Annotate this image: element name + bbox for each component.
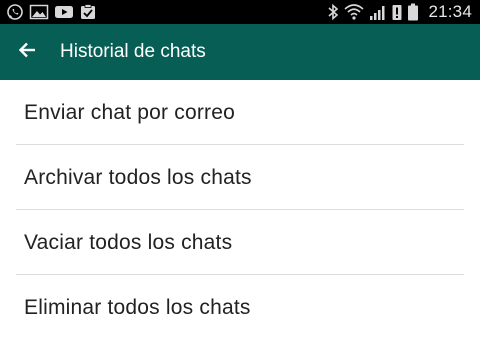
menu-item-delete-all[interactable]: Eliminar todos los chats — [0, 275, 480, 340]
page-title: Historial de chats — [60, 41, 206, 62]
status-bar-clock: 21:34 — [428, 2, 472, 21]
status-bar-system: 21:34 — [327, 2, 472, 22]
chat-history-menu: Enviar chat por correo Archivar todos lo… — [0, 80, 480, 340]
youtube-icon — [54, 3, 74, 21]
wifi-icon — [344, 3, 364, 21]
app-bar: Historial de chats — [0, 24, 480, 80]
menu-item-label: Vaciar todos los chats — [24, 230, 233, 254]
menu-item-label: Eliminar todos los chats — [24, 295, 251, 319]
menu-item-clear-all[interactable]: Vaciar todos los chats — [0, 210, 480, 275]
status-bar: 21:34 — [0, 0, 480, 24]
battery-icon — [407, 3, 419, 21]
signal-icon — [369, 3, 387, 21]
back-button[interactable] — [0, 24, 56, 80]
alert-icon — [392, 3, 402, 21]
menu-item-label: Enviar chat por correo — [24, 100, 235, 124]
gallery-icon — [29, 3, 49, 21]
arrow-back-icon — [17, 39, 39, 66]
menu-item-email-chat[interactable]: Enviar chat por correo — [0, 80, 480, 145]
whatsapp-icon — [6, 3, 24, 21]
clipboard-check-icon — [79, 3, 97, 21]
status-bar-notifications — [6, 3, 97, 21]
menu-item-label: Archivar todos los chats — [24, 165, 252, 189]
bluetooth-icon — [327, 3, 339, 21]
menu-item-archive-all[interactable]: Archivar todos los chats — [0, 145, 480, 210]
